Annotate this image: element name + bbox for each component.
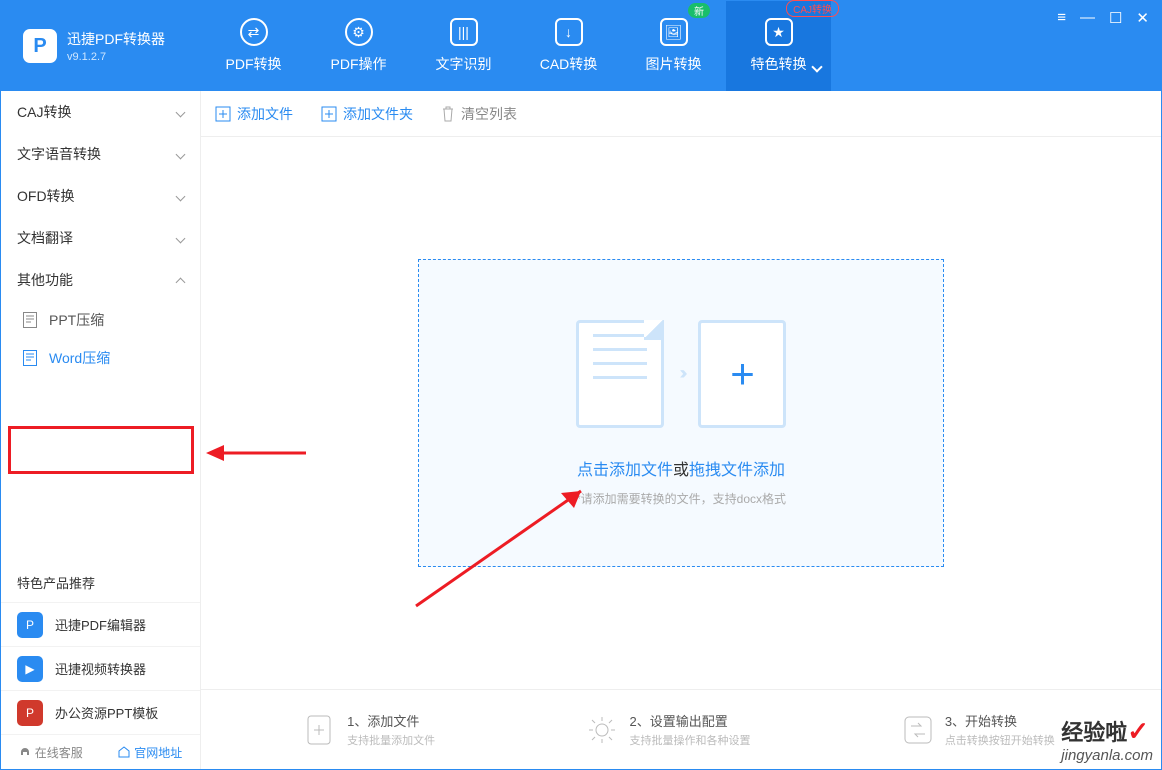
promo-icon: P	[17, 612, 43, 638]
swap-icon: ⇄	[240, 18, 268, 46]
step-2: 2、设置输出配置支持批量操作和各种设置	[587, 711, 750, 748]
logo-area: P 迅捷PDF转换器 v9.1.2.7	[1, 1, 201, 91]
promo-editor[interactable]: P 迅捷PDF编辑器	[1, 602, 200, 646]
settings-step-icon	[587, 715, 617, 745]
sidebar-cat-translate[interactable]: 文档翻译	[1, 217, 200, 259]
content-area: 添加文件 添加文件夹 清空列表 ››› +	[201, 91, 1161, 769]
app-header: P 迅捷PDF转换器 v9.1.2.7 ⇄ PDF转换 ⚙ PDF操作 ||| …	[1, 1, 1161, 91]
file-icon	[23, 350, 37, 366]
dropzone-text: 点击添加文件或拖拽文件添加	[577, 456, 785, 480]
add-folder-button[interactable]: 添加文件夹	[321, 104, 413, 124]
cad-icon: ↓	[555, 18, 583, 46]
sidebar-cat-other[interactable]: 其他功能	[1, 259, 200, 301]
sidebar-cat-voice[interactable]: 文字语音转换	[1, 133, 200, 175]
promo-label: 迅捷视频转换器	[55, 659, 146, 678]
minimize-button[interactable]: —	[1080, 9, 1095, 27]
app-version: v9.1.2.7	[67, 51, 165, 63]
promo-label: 迅捷PDF编辑器	[55, 615, 146, 634]
nav-label: 特色转换	[751, 54, 807, 74]
nav-cad[interactable]: ↓ CAD转换	[516, 1, 621, 91]
nav-label: 图片转换	[646, 54, 702, 74]
sidebar: CAJ转换 文字语音转换 OFD转换 文档翻译 其他功能 PPT压缩 Word压…	[1, 91, 201, 769]
image-icon: 🖼	[660, 18, 688, 46]
chevron-up-icon	[176, 277, 186, 287]
official-site-link[interactable]: 官网地址	[101, 735, 201, 769]
nav-label: CAD转换	[540, 54, 598, 74]
document-icon	[576, 320, 664, 428]
file-icon	[23, 312, 37, 328]
sidebar-item-label: PPT压缩	[49, 310, 104, 330]
close-button[interactable]: ✕	[1136, 9, 1149, 27]
toolbar: 添加文件 添加文件夹 清空列表	[201, 91, 1161, 137]
add-file-button[interactable]: 添加文件	[215, 104, 293, 124]
sidebar-cat-ofd[interactable]: OFD转换	[1, 175, 200, 217]
new-badge: 新	[688, 3, 710, 18]
chevron-down-icon	[176, 191, 186, 201]
main-nav: ⇄ PDF转换 ⚙ PDF操作 ||| 文字识别 ↓ CAD转换 新 🖼 图片转…	[201, 1, 1161, 91]
caj-badge: CAJ转换	[786, 0, 839, 17]
nav-pdf-convert[interactable]: ⇄ PDF转换	[201, 1, 306, 91]
nav-ocr[interactable]: ||| 文字识别	[411, 1, 516, 91]
ocr-icon: |||	[450, 18, 478, 46]
file-dropzone[interactable]: ››› + 点击添加文件或拖拽文件添加 *请添加需要转换的文件，支持docx格式	[418, 259, 944, 567]
sidebar-item-ppt-compress[interactable]: PPT压缩	[1, 301, 200, 339]
main-area: CAJ转换 文字语音转换 OFD转换 文档翻译 其他功能 PPT压缩 Word压…	[1, 91, 1161, 769]
step-1: 1、添加文件支持批量添加文件	[307, 711, 435, 748]
app-logo-icon: P	[23, 29, 57, 63]
nav-label: PDF转换	[226, 54, 282, 74]
dropzone-hint: *请添加需要转换的文件，支持docx格式	[576, 490, 786, 507]
convert-step-icon	[903, 715, 933, 745]
add-file-icon	[215, 106, 231, 122]
promo-label: 办公资源PPT模板	[55, 703, 158, 722]
sidebar-footer: 在线客服 官网地址	[1, 734, 200, 769]
promo-heading: 特色产品推荐	[1, 563, 200, 602]
nav-special[interactable]: CAJ转换 ★ 特色转换	[726, 1, 831, 91]
gear-icon: ⚙	[345, 18, 373, 46]
add-folder-icon	[321, 106, 337, 122]
promo-video[interactable]: ▶ 迅捷视频转换器	[1, 646, 200, 690]
chevron-down-icon	[176, 149, 186, 159]
online-service-link[interactable]: 在线客服	[1, 735, 101, 769]
sidebar-item-word-compress[interactable]: Word压缩	[1, 339, 200, 377]
sidebar-cat-caj[interactable]: CAJ转换	[1, 91, 200, 133]
add-step-icon	[307, 715, 335, 745]
steps-bar: 1、添加文件支持批量添加文件 2、设置输出配置支持批量操作和各种设置 3、开始转…	[201, 689, 1161, 769]
chevron-down-icon	[811, 61, 822, 72]
nav-label: PDF操作	[331, 54, 387, 74]
chevron-down-icon	[176, 107, 186, 117]
maximize-button[interactable]: ☐	[1109, 9, 1122, 27]
promo-icon: P	[17, 700, 43, 726]
clear-list-button[interactable]: 清空列表	[441, 104, 517, 124]
star-icon: ★	[765, 18, 793, 46]
nav-pdf-operate[interactable]: ⚙ PDF操作	[306, 1, 411, 91]
step-3: 3、开始转换点击转换按钮开始转换	[903, 711, 1055, 748]
promo-icon: ▶	[17, 656, 43, 682]
headset-icon	[19, 746, 31, 758]
nav-label: 文字识别	[436, 54, 492, 74]
menu-button[interactable]: ≡	[1057, 9, 1066, 27]
dropzone-container: ››› + 点击添加文件或拖拽文件添加 *请添加需要转换的文件，支持docx格式	[201, 137, 1161, 689]
arrow-right-icon: ›››	[680, 363, 683, 384]
window-controls: ≡ — ☐ ✕	[1057, 9, 1149, 27]
chevron-down-icon	[176, 233, 186, 243]
app-title-block: 迅捷PDF转换器 v9.1.2.7	[67, 29, 165, 63]
dropzone-illustration: ››› +	[576, 320, 787, 428]
plus-add-icon: +	[698, 320, 786, 428]
nav-image[interactable]: 新 🖼 图片转换	[621, 1, 726, 91]
promo-ppt[interactable]: P 办公资源PPT模板	[1, 690, 200, 734]
sidebar-item-label: Word压缩	[49, 348, 110, 368]
app-name: 迅捷PDF转换器	[67, 29, 165, 49]
home-icon	[118, 746, 130, 758]
trash-icon	[441, 106, 455, 122]
